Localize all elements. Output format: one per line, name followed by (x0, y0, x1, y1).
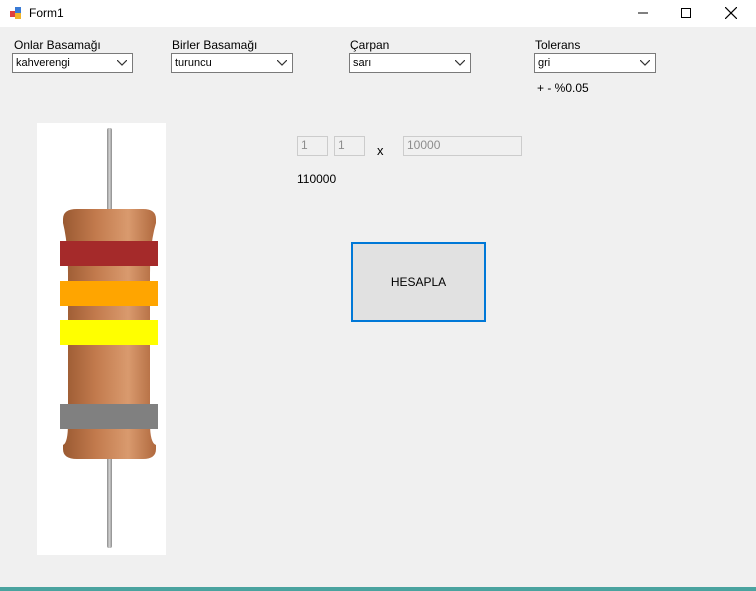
minimize-icon (638, 12, 648, 14)
digit-second-field[interactable]: 1 (334, 136, 365, 156)
multiplier-field[interactable]: 10000 (403, 136, 522, 156)
maximize-icon (681, 8, 691, 18)
combo-carpan[interactable]: sarı (349, 53, 471, 73)
hesapla-button[interactable]: HESAPLA (351, 242, 486, 322)
result-value: 110000 (297, 172, 337, 186)
label-tolerans: Tolerans (535, 38, 581, 52)
bottom-strip (0, 587, 756, 591)
band-4 (60, 404, 158, 429)
chevron-down-icon (277, 60, 287, 66)
resistor-image (37, 123, 166, 555)
combo-onlar[interactable]: kahverengi (12, 53, 133, 73)
combo-onlar-value: kahverengi (16, 57, 70, 69)
window-title: Form1 (29, 6, 64, 20)
multiply-operator: x (377, 143, 384, 158)
close-button[interactable] (710, 0, 752, 26)
band-1 (60, 241, 158, 266)
combo-tolerans[interactable]: gri (534, 53, 656, 73)
combo-birler-value: turuncu (175, 57, 212, 69)
title-bar: Form1 (0, 0, 756, 27)
resistor-drawing (60, 128, 158, 548)
digit-first-field[interactable]: 1 (297, 136, 328, 156)
combo-birler[interactable]: turuncu (171, 53, 293, 73)
label-birler-basamagi: Birler Basamağı (172, 38, 258, 52)
chevron-down-icon (640, 60, 650, 66)
combo-carpan-value: sarı (353, 57, 372, 69)
band-3 (60, 320, 158, 345)
label-onlar-basamagi: Onlar Basamağı (14, 38, 101, 52)
tolerance-value: + - %0.05 (537, 81, 589, 95)
chevron-down-icon (455, 60, 465, 66)
minimize-button[interactable] (622, 0, 664, 26)
close-icon (725, 7, 737, 19)
maximize-button[interactable] (665, 0, 707, 26)
app-icon (9, 6, 23, 20)
chevron-down-icon (117, 60, 127, 66)
combo-tolerans-value: gri (538, 57, 551, 69)
label-carpan: Çarpan (350, 38, 390, 52)
band-2 (60, 281, 158, 306)
